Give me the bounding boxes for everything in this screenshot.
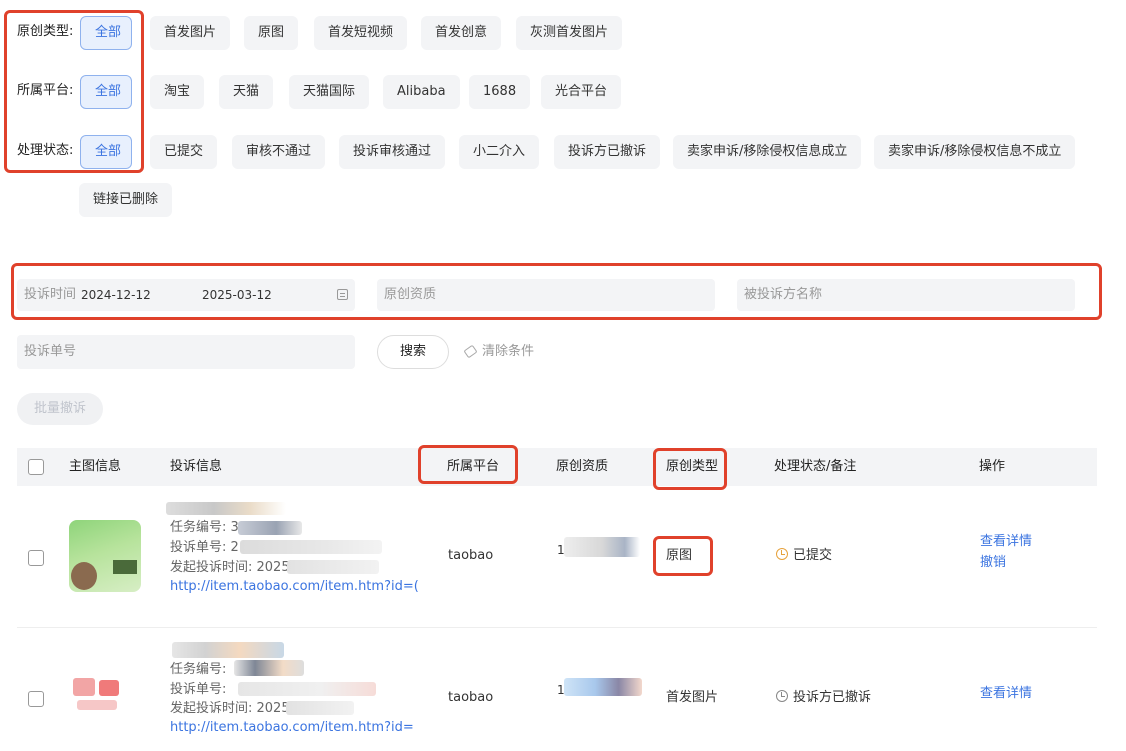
chip-platform-all[interactable]: 全部 <box>80 75 132 109</box>
chip-platform-taobao[interactable]: 淘宝 <box>150 75 205 109</box>
select-all-checkbox[interactable] <box>28 459 44 475</box>
chip-platform-tmall-global[interactable]: 天猫国际 <box>289 75 370 109</box>
complaint-time: 发起投诉时间: 2025 <box>170 560 290 575</box>
batch-withdraw-button[interactable]: 批量撤诉 <box>17 393 103 425</box>
row-divider <box>17 627 1097 628</box>
search-button[interactable]: 搜索 <box>377 335 449 369</box>
complaint-time-label: 投诉时间 <box>24 287 77 302</box>
complaint-no-input[interactable]: 投诉单号 <box>17 335 355 369</box>
blurred-complaint-time <box>286 701 354 715</box>
chip-platform-alibaba[interactable]: Alibaba <box>383 75 460 109</box>
filter-label-platform: 所属平台: <box>17 83 74 98</box>
view-details-link[interactable]: 查看详情 <box>980 685 1032 703</box>
row-status-label: 已提交 <box>793 548 833 563</box>
chip-original-type-first-image[interactable]: 首发图片 <box>150 16 231 50</box>
complaint-time-range[interactable]: 投诉时间 2024-12-12 2025-03-12 <box>17 279 355 311</box>
row-original-type: 原图 <box>666 548 693 563</box>
row-status: 投诉方已撤诉 <box>776 689 871 707</box>
chip-original-type-first-video[interactable]: 首发短视频 <box>314 16 408 50</box>
row-status: 已提交 <box>776 547 832 565</box>
th-status: 处理状态/备注 <box>774 459 857 474</box>
task-number: 任务编号: <box>170 662 227 677</box>
chip-platform-guanghe[interactable]: 光合平台 <box>541 75 622 109</box>
eraser-icon <box>463 344 478 359</box>
product-url-link[interactable]: http://item.taobao.com/item.htm?id=( <box>170 578 419 596</box>
chip-status-all[interactable]: 全部 <box>80 135 132 169</box>
chip-platform-tmall[interactable]: 天猫 <box>219 75 274 109</box>
product-thumbnail[interactable] <box>69 664 141 736</box>
blurred-task-number <box>234 660 304 676</box>
table-header: 主图信息 投诉信息 所属平台 原创资质 原创类型 处理状态/备注 操作 <box>17 448 1097 486</box>
calendar-icon[interactable] <box>337 289 348 300</box>
th-actions: 操作 <box>979 459 1006 474</box>
th-original-type: 原创类型 <box>666 459 719 474</box>
chip-status-approved[interactable]: 投诉审核通过 <box>339 135 446 169</box>
complaint-number: 投诉单号: <box>170 682 227 697</box>
clock-icon <box>776 548 788 560</box>
clear-label: 清除条件 <box>482 344 535 359</box>
row-original-type: 首发图片 <box>666 690 719 705</box>
task-number: 任务编号: 3 <box>170 520 239 535</box>
blurred-complaint-time <box>287 560 379 574</box>
th-platform: 所属平台 <box>447 459 500 474</box>
row-status-label: 投诉方已撤诉 <box>793 690 872 705</box>
complaint-number: 投诉单号: 2 <box>170 540 239 555</box>
blurred-task-number <box>238 521 302 535</box>
chip-platform-1688[interactable]: 1688 <box>469 75 531 109</box>
chip-original-type-gray-test[interactable]: 灰测首发图片 <box>516 16 623 50</box>
complaint-time: 发起投诉时间: 2025 <box>170 701 290 716</box>
filter-label-original-type: 原创类型: <box>17 24 74 39</box>
date-end[interactable]: 2025-03-12 <box>202 279 272 311</box>
view-details-link[interactable]: 查看详情 <box>980 533 1032 551</box>
blurred-complaint-number <box>240 540 382 554</box>
respondent-name-input[interactable]: 被投诉方名称 <box>737 279 1075 311</box>
blurred-credential <box>564 537 640 557</box>
th-main-image: 主图信息 <box>69 459 122 474</box>
row-checkbox[interactable] <box>28 691 44 707</box>
original-credential-input[interactable]: 原创资质 <box>377 279 715 311</box>
blurred-complaint-number <box>238 682 376 696</box>
product-url-link[interactable]: http://item.taobao.com/item.htm?id= <box>170 719 414 737</box>
withdrawn-icon <box>776 690 788 702</box>
withdraw-link[interactable]: 撤销 <box>980 554 1006 572</box>
chip-status-withdrawn[interactable]: 投诉方已撤诉 <box>554 135 661 169</box>
th-credential: 原创资质 <box>556 459 609 474</box>
chip-original-type-all[interactable]: 全部 <box>80 16 132 50</box>
clear-conditions-button[interactable]: 清除条件 <box>463 342 535 362</box>
blurred-product-title <box>172 642 284 658</box>
chip-status-appeal-rejected[interactable]: 卖家申诉/移除侵权信息不成立 <box>874 135 1076 169</box>
row-checkbox[interactable] <box>28 550 44 566</box>
product-thumbnail[interactable] <box>69 520 141 592</box>
th-complaint-info: 投诉信息 <box>170 459 223 474</box>
date-start[interactable]: 2024-12-12 <box>81 279 151 311</box>
blurred-product-title <box>166 502 286 515</box>
chip-status-link-deleted[interactable]: 链接已删除 <box>79 183 173 217</box>
chip-status-submitted[interactable]: 已提交 <box>150 135 218 169</box>
chip-original-type-original[interactable]: 原图 <box>244 16 299 50</box>
chip-original-type-first-creative[interactable]: 首发创意 <box>421 16 502 50</box>
chip-status-rejected[interactable]: 审核不通过 <box>232 135 326 169</box>
chip-status-appeal-upheld[interactable]: 卖家申诉/移除侵权信息成立 <box>673 135 862 169</box>
filter-label-status: 处理状态: <box>17 143 74 158</box>
chip-status-staff-intervention[interactable]: 小二介入 <box>459 135 540 169</box>
blurred-credential <box>564 678 642 696</box>
row-platform: taobao <box>448 548 494 563</box>
row-platform: taobao <box>448 690 494 705</box>
